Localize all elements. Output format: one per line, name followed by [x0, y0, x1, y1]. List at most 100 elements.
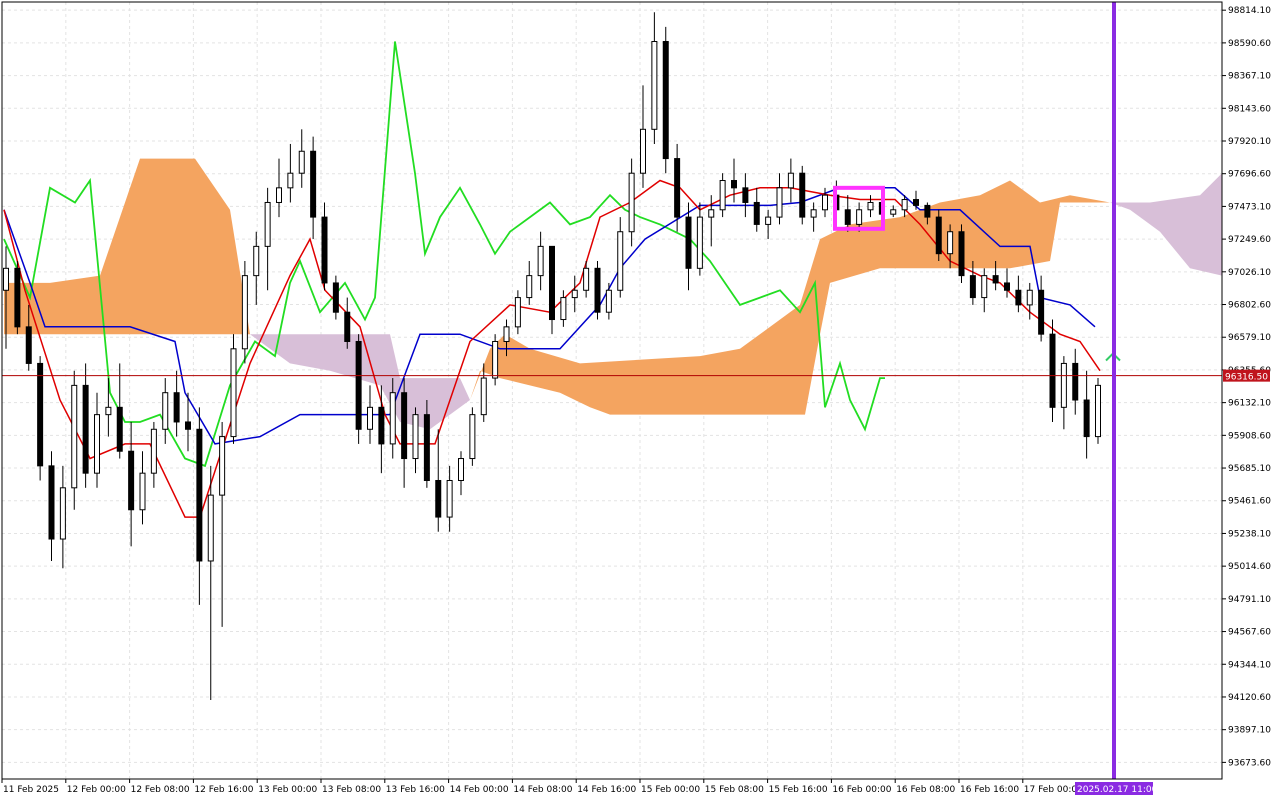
candle-body-bullish	[105, 406, 112, 416]
candle-body-bullish	[719, 180, 726, 211]
candle-body-bearish	[924, 204, 931, 218]
candle-body-bullish	[947, 231, 954, 255]
candle-body-bullish	[583, 267, 590, 291]
candle-body-bullish	[776, 187, 783, 218]
candle-body-bearish	[1015, 289, 1022, 306]
candlestick	[1049, 319, 1056, 422]
candle-body-bullish	[856, 209, 863, 225]
candle-body-bearish	[1072, 362, 1079, 401]
candle-body-bullish	[253, 245, 260, 277]
candle-body-bullish	[94, 414, 100, 474]
candle-body-bullish	[492, 340, 499, 379]
x-tick-label: 15 Feb 08:00	[705, 785, 764, 795]
x-tick-label: 12 Feb 08:00	[131, 785, 190, 795]
candle-body-bearish	[355, 340, 362, 430]
candle-body-bullish	[139, 472, 146, 511]
candle-body-bullish	[230, 348, 237, 438]
candle-body-bearish	[116, 406, 123, 452]
chart-container[interactable]: 98814.10 98590.60 98367.10 98143.60 97920.10…	[0, 0, 1280, 800]
candle-body-bullish	[514, 297, 521, 328]
y-tick-label: 95461.60	[1228, 497, 1271, 507]
candle-body-bearish	[1049, 333, 1056, 408]
candle-body-bearish	[185, 421, 191, 430]
candle-body-bullish	[571, 289, 578, 299]
candle-body-bullish	[389, 392, 396, 445]
y-tick-label: 98814.10	[1228, 6, 1271, 16]
candle-body-bullish	[241, 275, 248, 350]
candle-body-bullish	[537, 245, 544, 277]
candle-body-bearish	[753, 201, 760, 225]
y-tick-label: 93897.10	[1228, 726, 1271, 736]
candle-body-bullish	[150, 428, 157, 474]
candle-body-bearish	[958, 231, 965, 277]
candlestick	[14, 261, 21, 335]
current-price-label: 96316.50	[1225, 373, 1268, 383]
x-tick-label: 16 Feb 08:00	[896, 785, 955, 795]
y-tick-label: 95908.60	[1228, 431, 1271, 441]
y-tick-label: 98367.10	[1228, 72, 1271, 82]
candle-body-bullish	[219, 436, 226, 496]
x-tick-label: 12 Feb 00:00	[67, 785, 126, 795]
y-tick-label: 94567.60	[1228, 628, 1271, 638]
candle-body-bullish	[640, 128, 646, 174]
x-tick-label: 11 Feb 2025	[3, 785, 59, 795]
x-tick-label: 17 Feb 00:00	[1024, 785, 1083, 795]
candle-body-bearish	[310, 150, 317, 218]
candlestick	[492, 334, 499, 386]
candle-body-bearish	[401, 392, 408, 460]
x-tick-label: 14 Feb 08:00	[513, 785, 572, 795]
candle-body-bullish	[207, 494, 214, 562]
candle-body-bullish	[276, 187, 282, 203]
candle-body-bearish	[799, 172, 806, 218]
candlestick	[662, 26, 669, 174]
candle-body-bearish	[14, 267, 21, 328]
y-tick-label: 95685.10	[1228, 464, 1271, 474]
candlestick	[594, 261, 601, 320]
candle-body-bearish	[549, 245, 555, 321]
candle-body-bullish	[560, 297, 567, 321]
candle-body-bearish	[196, 428, 203, 562]
candle-body-bullish	[901, 199, 908, 211]
candlestick	[355, 334, 362, 444]
candle-body-bullish	[651, 41, 658, 130]
candle-body-bearish	[173, 392, 180, 423]
y-tick-label: 95238.10	[1228, 529, 1271, 539]
candle-body-bullish	[526, 275, 533, 299]
candle-body-bullish	[59, 487, 66, 540]
cursor-time-label: 2025.02.17 11:00	[1077, 785, 1158, 795]
candle-body-bullish	[822, 194, 828, 211]
candle-body-bullish	[628, 172, 635, 233]
x-tick-label: 13 Feb 16:00	[386, 785, 445, 795]
x-tick-label: 13 Feb 00:00	[258, 785, 317, 795]
candlestick	[469, 407, 476, 466]
candle-body-bullish	[981, 275, 988, 299]
candle-body-bearish	[674, 158, 681, 218]
x-tick-label: 15 Feb 16:00	[769, 785, 828, 795]
x-tick-label: 13 Feb 08:00	[322, 785, 381, 795]
candle-body-bearish	[1004, 282, 1010, 291]
price-chart[interactable]: 98814.10 98590.60 98367.10 98143.60 97920.10…	[0, 0, 1280, 800]
candle-body-bearish	[935, 216, 942, 255]
candle-body-bullish	[287, 172, 294, 189]
candle-body-bullish	[469, 414, 476, 460]
candle-body-bearish	[1038, 289, 1045, 335]
candle-body-bullish	[605, 289, 612, 313]
y-tick-label: 98590.60	[1228, 39, 1271, 49]
candle-body-bullish	[1026, 289, 1033, 306]
candle-body-bearish	[321, 216, 328, 284]
y-tick-label: 96579.10	[1228, 333, 1271, 343]
candlestick	[241, 261, 248, 364]
candle-body-bearish	[662, 41, 669, 160]
candle-body-bearish	[48, 465, 55, 540]
candlestick	[935, 209, 942, 261]
candle-body-bullish	[71, 384, 78, 489]
candle-body-bullish	[480, 377, 487, 416]
candle-body-bullish	[810, 209, 817, 218]
candle-body-bearish	[344, 311, 351, 342]
candle-body-bullish	[446, 479, 453, 518]
candle-body-bearish	[969, 275, 976, 299]
y-tick-label: 95014.60	[1228, 562, 1271, 572]
x-tick-label: 15 Feb 00:00	[641, 785, 700, 795]
candle-body-bullish	[1095, 384, 1101, 438]
candle-body-bearish	[685, 216, 692, 269]
